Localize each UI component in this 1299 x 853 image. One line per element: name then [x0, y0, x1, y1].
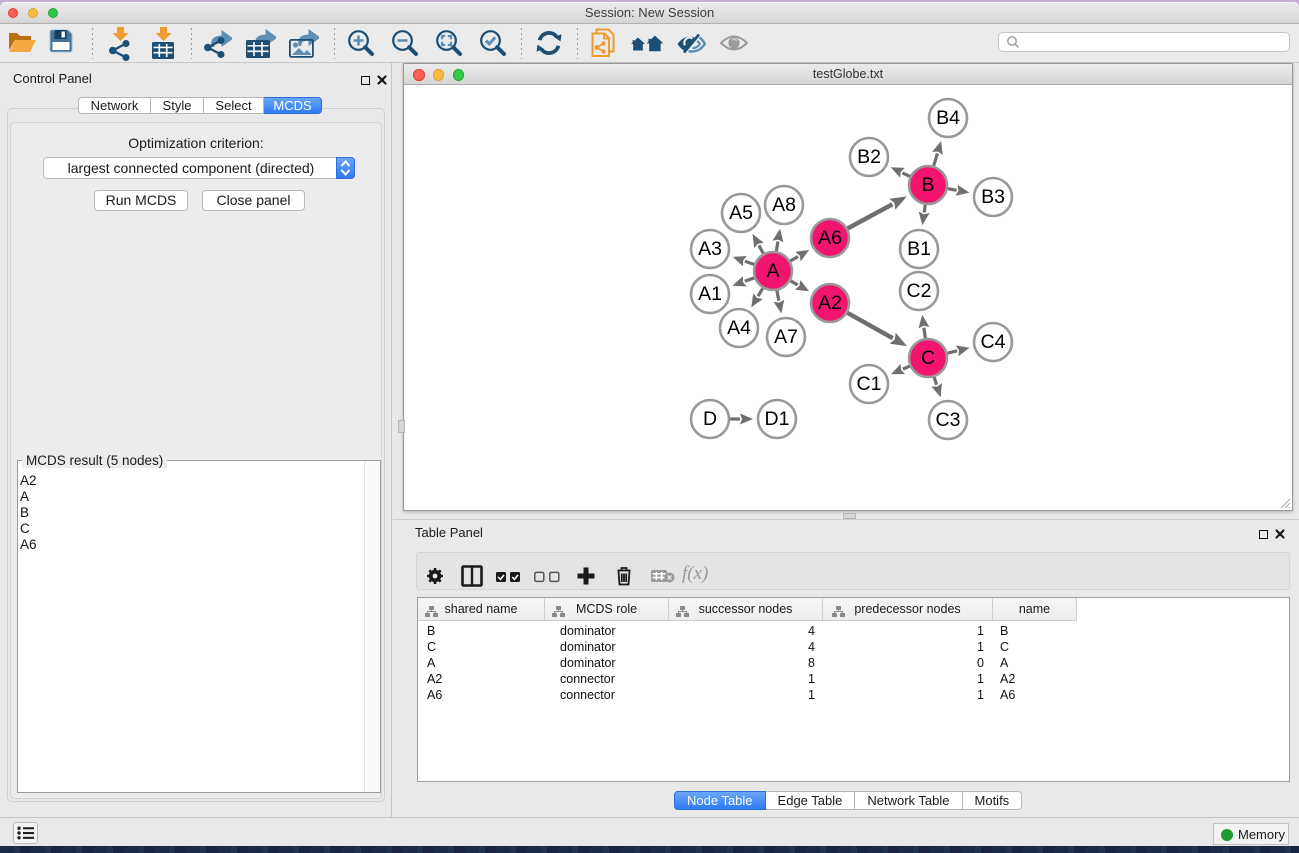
svg-text:A1: A1: [698, 283, 722, 305]
svg-text:B1: B1: [907, 238, 931, 260]
svg-text:A: A: [766, 260, 779, 282]
svg-text:C4: C4: [981, 331, 1006, 353]
svg-text:A8: A8: [772, 194, 796, 216]
svg-text:D: D: [703, 408, 717, 430]
svg-text:C1: C1: [857, 373, 882, 395]
svg-text:A4: A4: [727, 317, 751, 339]
svg-text:C3: C3: [936, 409, 961, 431]
svg-text:B: B: [921, 174, 934, 196]
svg-text:B3: B3: [981, 186, 1005, 208]
svg-text:A5: A5: [729, 202, 753, 224]
svg-text:A6: A6: [818, 227, 842, 249]
svg-text:A3: A3: [698, 238, 722, 260]
svg-text:D1: D1: [765, 408, 790, 430]
svg-text:A2: A2: [818, 292, 842, 314]
svg-text:B2: B2: [857, 146, 881, 168]
svg-text:C2: C2: [907, 280, 932, 302]
svg-text:C: C: [921, 347, 935, 369]
svg-text:B4: B4: [936, 107, 960, 129]
svg-text:A7: A7: [774, 326, 798, 348]
